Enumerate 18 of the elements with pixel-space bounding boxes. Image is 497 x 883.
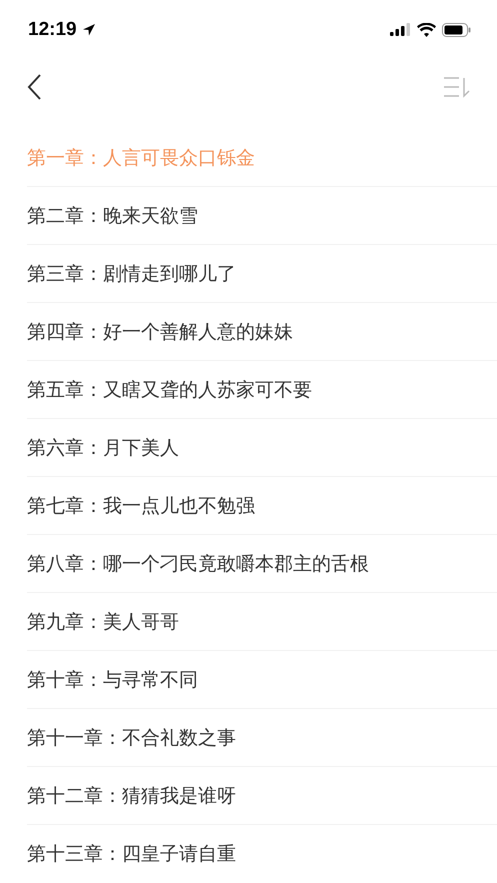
location-arrow-icon	[82, 22, 96, 37]
chapter-item[interactable]: 第十三章：四皇子请自重	[27, 841, 236, 867]
chapter-item[interactable]: 第十二章：猜猜我是谁呀	[27, 782, 236, 808]
wifi-icon	[417, 22, 436, 37]
chapter-item[interactable]: 第七章：我一点儿也不勉强	[27, 492, 255, 518]
chapter-item[interactable]: 第十章：与寻常不同	[27, 666, 198, 692]
back-button[interactable]	[26, 73, 42, 102]
status-time: 12:19	[28, 18, 77, 41]
chapter-item[interactable]: 第四章：好一个善解人意的妹妹	[27, 318, 293, 344]
chapter-item[interactable]: 第六章：月下美人	[27, 434, 179, 460]
chapter-item[interactable]: 第九章：美人哥哥	[27, 608, 179, 634]
chapter-item[interactable]: 第二章：晚来天欲雪	[27, 202, 198, 228]
chapter-item[interactable]: 第十一章：不合礼数之事	[27, 724, 236, 750]
battery-icon	[442, 22, 471, 37]
chapter-item[interactable]: 第三章：剧情走到哪儿了	[27, 260, 236, 286]
chapter-item[interactable]: 第五章：又瞎又聋的人苏家可不要	[27, 376, 312, 402]
signal-icon	[390, 23, 411, 36]
chapter-item[interactable]: 第八章：哪一个刁民竟敢嚼本郡主的舌根	[27, 550, 369, 576]
